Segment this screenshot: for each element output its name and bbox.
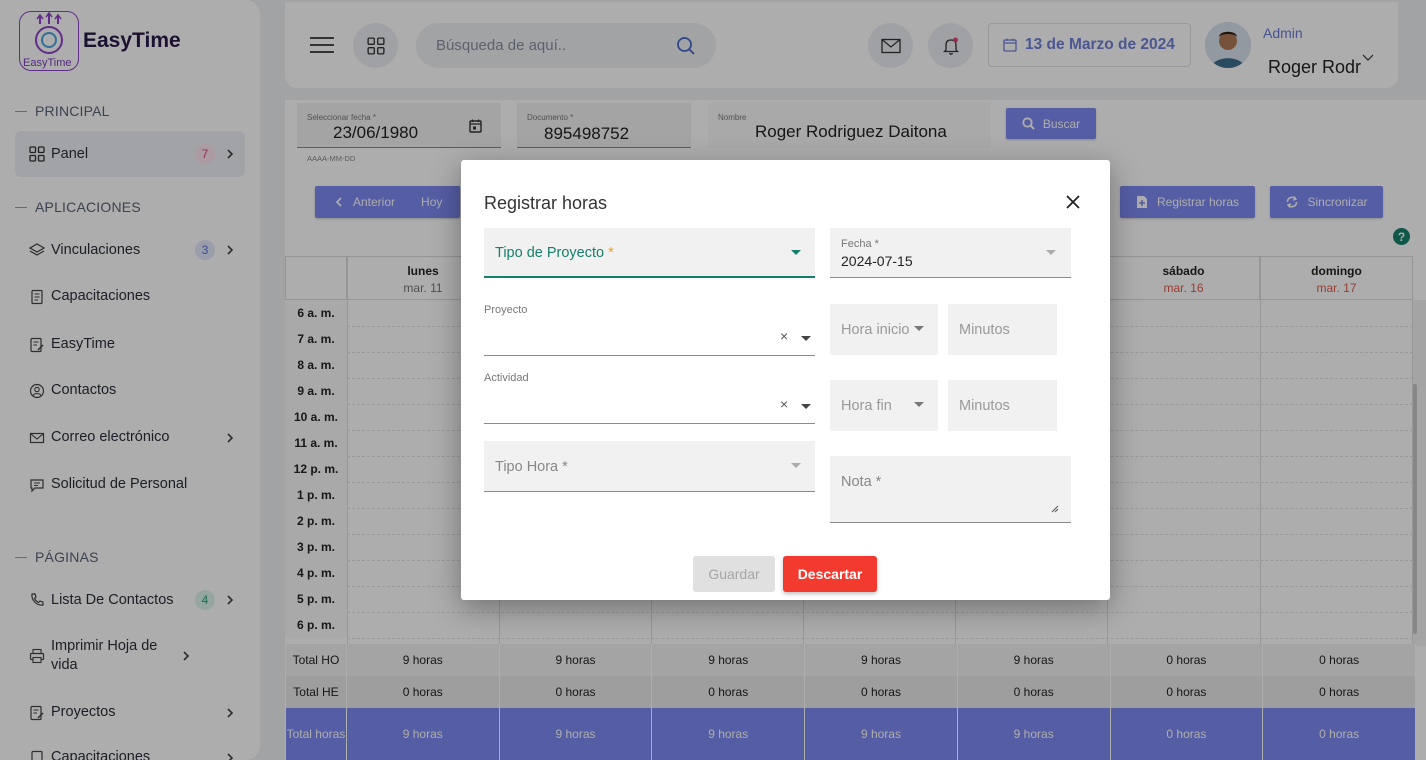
project-select[interactable]: Proyecto × xyxy=(484,300,815,356)
chevron-down-icon xyxy=(914,402,924,407)
field-label: Hora fin xyxy=(841,398,892,414)
save-button[interactable]: Guardar xyxy=(693,556,775,592)
field-label: Tipo Hora * xyxy=(495,459,568,475)
hour-type-select[interactable]: Tipo Hora * xyxy=(484,441,815,492)
activity-select[interactable]: Actividad × xyxy=(484,368,815,424)
chevron-down-icon xyxy=(791,250,801,255)
field-label: Minutos xyxy=(959,398,1010,414)
field-label: Hora inicio xyxy=(841,322,910,338)
field-label: Fecha * xyxy=(841,238,879,250)
register-hours-dialog: Registrar horas Tipo de Proyecto * Fecha… xyxy=(461,160,1110,600)
dialog-title: Registrar horas xyxy=(484,193,608,213)
required-mark: * xyxy=(608,245,614,261)
field-label: Tipo de Proyecto xyxy=(495,245,605,261)
project-type-select[interactable]: Tipo de Proyecto * xyxy=(484,228,815,278)
start-hour-select[interactable]: Hora inicio xyxy=(830,304,938,355)
chevron-down-icon xyxy=(1046,250,1056,255)
field-label: Proyecto xyxy=(484,304,528,316)
date-field[interactable]: Fecha * 2024-07-15 xyxy=(830,228,1071,278)
chevron-down-icon xyxy=(801,404,811,409)
field-label: Minutos xyxy=(959,322,1010,338)
resize-handle-icon[interactable] xyxy=(1051,505,1059,513)
chevron-down-icon xyxy=(801,336,811,341)
chevron-down-icon xyxy=(791,463,801,468)
end-minutes-field[interactable]: Minutos xyxy=(948,380,1057,431)
field-label: Actividad xyxy=(484,372,529,384)
close-icon[interactable] xyxy=(1064,193,1082,211)
end-hour-select[interactable]: Hora fin xyxy=(830,380,938,431)
discard-button[interactable]: Descartar xyxy=(783,556,877,592)
field-label: Nota * xyxy=(841,474,882,490)
field-value: 2024-07-15 xyxy=(841,253,913,269)
chevron-down-icon xyxy=(914,326,924,331)
start-minutes-field[interactable]: Minutos xyxy=(948,304,1057,355)
note-textarea[interactable]: Nota * xyxy=(830,456,1071,523)
clear-icon[interactable]: × xyxy=(780,396,788,412)
clear-icon[interactable]: × xyxy=(780,328,788,344)
